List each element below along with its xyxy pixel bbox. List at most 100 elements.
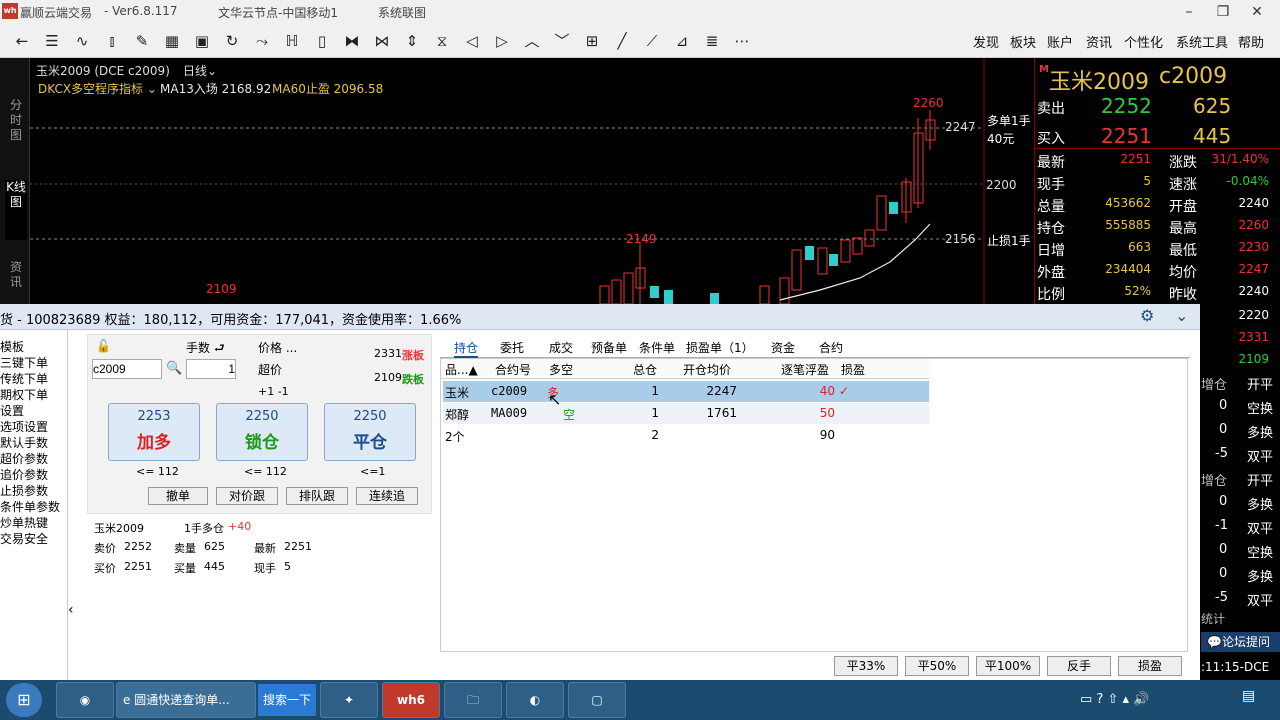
app3-icon[interactable]: ▢: [568, 682, 626, 718]
layout-icon[interactable]: ⊞: [580, 29, 604, 53]
menu-default-qty[interactable]: 默认手数: [0, 434, 48, 451]
buy-open-button[interactable]: 2253 加多: [108, 403, 200, 461]
col-direction[interactable]: 多空: [549, 361, 573, 378]
refresh-icon[interactable]: ↻: [220, 29, 244, 53]
menu-template[interactable]: 模板: [0, 338, 24, 355]
grid-icon[interactable]: ▦: [160, 29, 184, 53]
line-tool-icon[interactable]: ╱: [610, 29, 634, 53]
price-mode[interactable]: 超价: [258, 361, 282, 378]
col-contract[interactable]: 合约号: [495, 361, 531, 378]
tab-timeshare[interactable]: 分时图: [5, 98, 27, 178]
save-icon[interactable]: ▣: [190, 29, 214, 53]
chevron-left-icon[interactable]: ‹: [68, 602, 74, 618]
lock-button[interactable]: 2250 锁仓: [216, 403, 308, 461]
back-icon[interactable]: ←: [10, 29, 34, 53]
more-icon[interactable]: ⋯: [730, 29, 754, 53]
menu-conditional[interactable]: 条件单参数: [0, 498, 60, 515]
menu-news[interactable]: 资讯: [1086, 32, 1112, 51]
menu-traditional[interactable]: 传统下单: [0, 370, 48, 387]
tray-icons[interactable]: ▭ ? ⇧ ▴ 🔊: [1080, 692, 1149, 707]
trend-icon[interactable]: ⤳: [250, 29, 274, 53]
menu-overprice[interactable]: 超价参数: [0, 450, 48, 467]
menu-discover[interactable]: 发现: [973, 32, 999, 51]
menu-personalize[interactable]: 个性化: [1124, 32, 1163, 51]
draw-icon[interactable]: ✎: [130, 29, 154, 53]
settings-icon[interactable]: ⚙: [1140, 306, 1154, 325]
cancel-order-button[interactable]: 撤单: [148, 487, 208, 505]
folder-icon[interactable]: 🗀: [444, 682, 502, 718]
tab-preorders[interactable]: 预备单: [591, 339, 627, 356]
menu-chase[interactable]: 追价参数: [0, 466, 48, 483]
start-icon[interactable]: ⊞: [6, 683, 42, 717]
col-sl-tp[interactable]: 损盈: [841, 361, 865, 378]
app2-icon[interactable]: ✦: [320, 682, 378, 718]
price-adjust[interactable]: +1 -1: [258, 385, 289, 398]
tab-funds[interactable]: 资金: [771, 339, 795, 356]
shift-icon[interactable]: ⧓: [340, 29, 364, 53]
table-row[interactable]: 郑醇 MA009 空 1 1761 50: [443, 403, 929, 424]
qty-input[interactable]: [186, 359, 236, 379]
tab-conditional[interactable]: 条件单: [639, 339, 675, 356]
candle-icon[interactable]: ⫾: [100, 29, 124, 53]
queue-price-button[interactable]: 排队跟: [286, 487, 348, 505]
menu-help[interactable]: 帮助: [1238, 32, 1264, 51]
maximize-icon[interactable]: ❐: [1208, 2, 1238, 22]
wenhua-taskbar-item[interactable]: wh6: [382, 682, 440, 718]
indicator-select[interactable]: DKCX多空程序指标 ⌄: [38, 80, 157, 97]
col-product[interactable]: 品...▲: [445, 361, 478, 378]
buy-price[interactable]: 2251: [1101, 124, 1152, 148]
kline-chart[interactable]: 玉米2009 (DCE c2009) 日线⌄ DKCX多空程序指标 ⌄ MA13…: [0, 58, 1034, 304]
collapse-icon[interactable]: ⌄: [1175, 306, 1188, 325]
tab-stoploss[interactable]: 损盈单（1）: [686, 339, 754, 356]
qty-reset-icon[interactable]: ⮐: [214, 339, 225, 360]
fib-icon[interactable]: ⊿: [670, 29, 694, 53]
right-icon[interactable]: ▷: [490, 29, 514, 53]
menu-sectors[interactable]: 板块: [1010, 32, 1036, 51]
text-icon[interactable]: ≣: [700, 29, 724, 53]
menu-stop[interactable]: 止损参数: [0, 482, 48, 499]
tab-kline[interactable]: K线图: [5, 180, 27, 240]
menu-account[interactable]: 账户: [1047, 32, 1073, 51]
tab-trades[interactable]: 成交: [549, 339, 573, 356]
sell-price[interactable]: 2252: [1101, 94, 1152, 118]
app1-icon[interactable]: ◉: [56, 682, 114, 718]
menu-tools[interactable]: 系统工具: [1176, 32, 1228, 51]
zoom-icon[interactable]: ⋈: [370, 29, 394, 53]
forum-button[interactable]: 💬论坛提问: [1201, 632, 1280, 652]
close-button[interactable]: 2250 平仓: [324, 403, 416, 461]
line-chart-icon[interactable]: ∿: [70, 29, 94, 53]
sl-tp-button[interactable]: 损盈: [1118, 656, 1182, 676]
col-float-pnl[interactable]: 逐笔浮盈: [781, 361, 829, 378]
notification-icon[interactable]: ▤: [1242, 688, 1266, 712]
ray-icon[interactable]: ⟋: [640, 29, 664, 53]
continuous-chase-button[interactable]: 连续追: [356, 487, 418, 505]
search-icon[interactable]: 🔍: [166, 361, 182, 376]
tab-news[interactable]: 资讯: [5, 260, 27, 304]
close-33-button[interactable]: 平33%: [834, 656, 898, 676]
stat-tab[interactable]: 统计: [1201, 610, 1225, 627]
menu-settings[interactable]: 设置: [0, 402, 24, 419]
reverse-button[interactable]: 反手: [1047, 656, 1111, 676]
period-select[interactable]: 日线⌄: [183, 62, 217, 79]
close-100-button[interactable]: 平100%: [976, 656, 1040, 676]
hourglass-icon[interactable]: ⧖: [430, 29, 454, 53]
menu-options[interactable]: 选项设置: [0, 418, 48, 435]
bar-icon[interactable]: ℍ: [280, 29, 304, 53]
menu-security[interactable]: 交易安全: [0, 530, 48, 547]
symbol-input[interactable]: [92, 359, 162, 379]
left-icon[interactable]: ◁: [460, 29, 484, 53]
close-icon[interactable]: ✕: [1242, 2, 1272, 22]
tab-orders[interactable]: 委托: [500, 339, 524, 356]
minimize-icon[interactable]: –: [1174, 2, 1204, 22]
menu-option[interactable]: 期权下单: [0, 386, 48, 403]
expand-icon[interactable]: ⇕: [400, 29, 424, 53]
col-avg-price[interactable]: 开仓均价: [683, 361, 731, 378]
box-icon[interactable]: ▯: [310, 29, 334, 53]
table-row[interactable]: 玉米 c2009 多 1 2247 40 ✓: [443, 381, 929, 402]
list-icon[interactable]: ☰: [40, 29, 64, 53]
counter-price-button[interactable]: 对价跟: [216, 487, 278, 505]
menu-hotkey[interactable]: 炒单热键: [0, 514, 48, 531]
price-label[interactable]: 价格 ...: [258, 339, 297, 356]
up-icon[interactable]: ︿: [520, 29, 544, 53]
close-50-button[interactable]: 平50%: [905, 656, 969, 676]
